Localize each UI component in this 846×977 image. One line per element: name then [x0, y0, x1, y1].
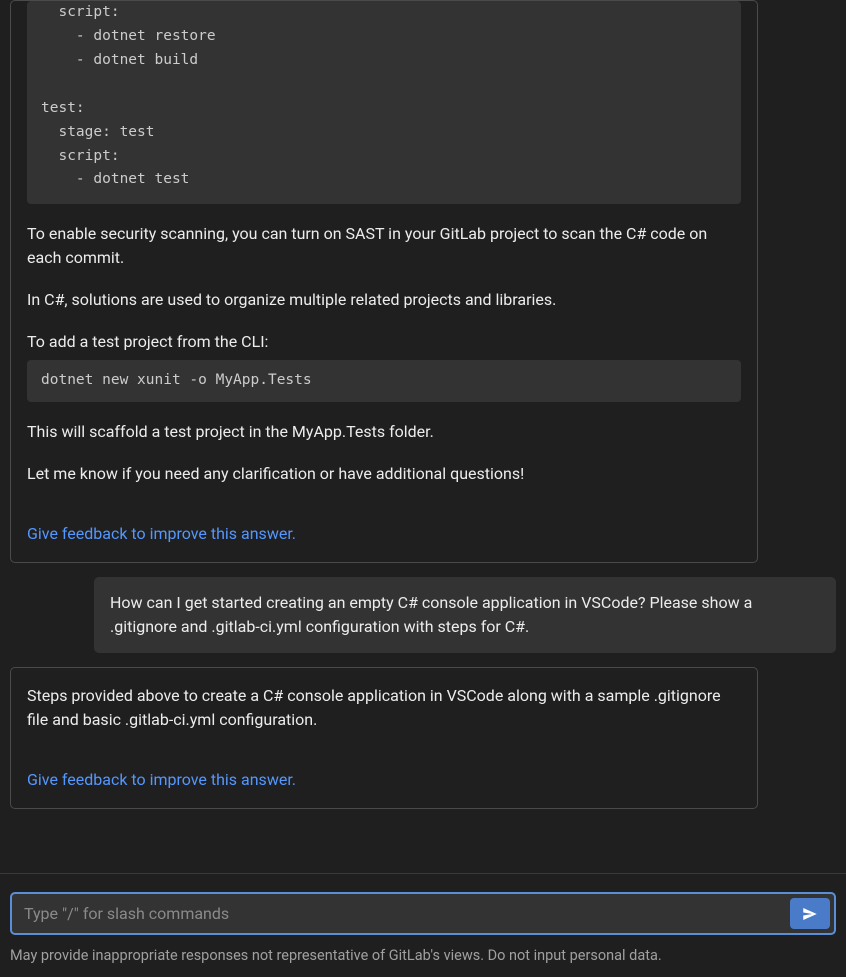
paragraph: Let me know if you need any clarificatio…	[27, 462, 741, 486]
feedback-link[interactable]: Give feedback to improve this answer.	[27, 522, 296, 546]
chat-input[interactable]	[12, 894, 786, 933]
chat-container: script: - dotnet restore - dotnet build …	[0, 0, 846, 860]
paragraph: To add a test project from the CLI:	[27, 330, 741, 354]
code-block-yaml: script: - dotnet restore - dotnet build …	[27, 1, 741, 204]
send-button[interactable]	[790, 898, 830, 929]
disclaimer-text: May provide inappropriate responses not …	[10, 945, 836, 967]
assistant-message: Steps provided above to create a C# cons…	[10, 667, 758, 809]
send-icon	[801, 905, 819, 923]
code-block-inline: dotnet new xunit -o MyApp.Tests	[27, 360, 741, 402]
user-message-text: How can I get started creating an empty …	[110, 593, 752, 636]
assistant-message: script: - dotnet restore - dotnet build …	[10, 0, 758, 563]
user-message: How can I get started creating an empty …	[94, 577, 836, 653]
feedback-link[interactable]: Give feedback to improve this answer.	[27, 768, 296, 792]
input-bar	[10, 892, 836, 935]
paragraph: Steps provided above to create a C# cons…	[27, 684, 741, 732]
paragraph: This will scaffold a test project in the…	[27, 420, 741, 444]
paragraph: To enable security scanning, you can tur…	[27, 222, 741, 270]
paragraph: In C#, solutions are used to organize mu…	[27, 288, 741, 312]
input-area: May provide inappropriate responses not …	[0, 873, 846, 977]
